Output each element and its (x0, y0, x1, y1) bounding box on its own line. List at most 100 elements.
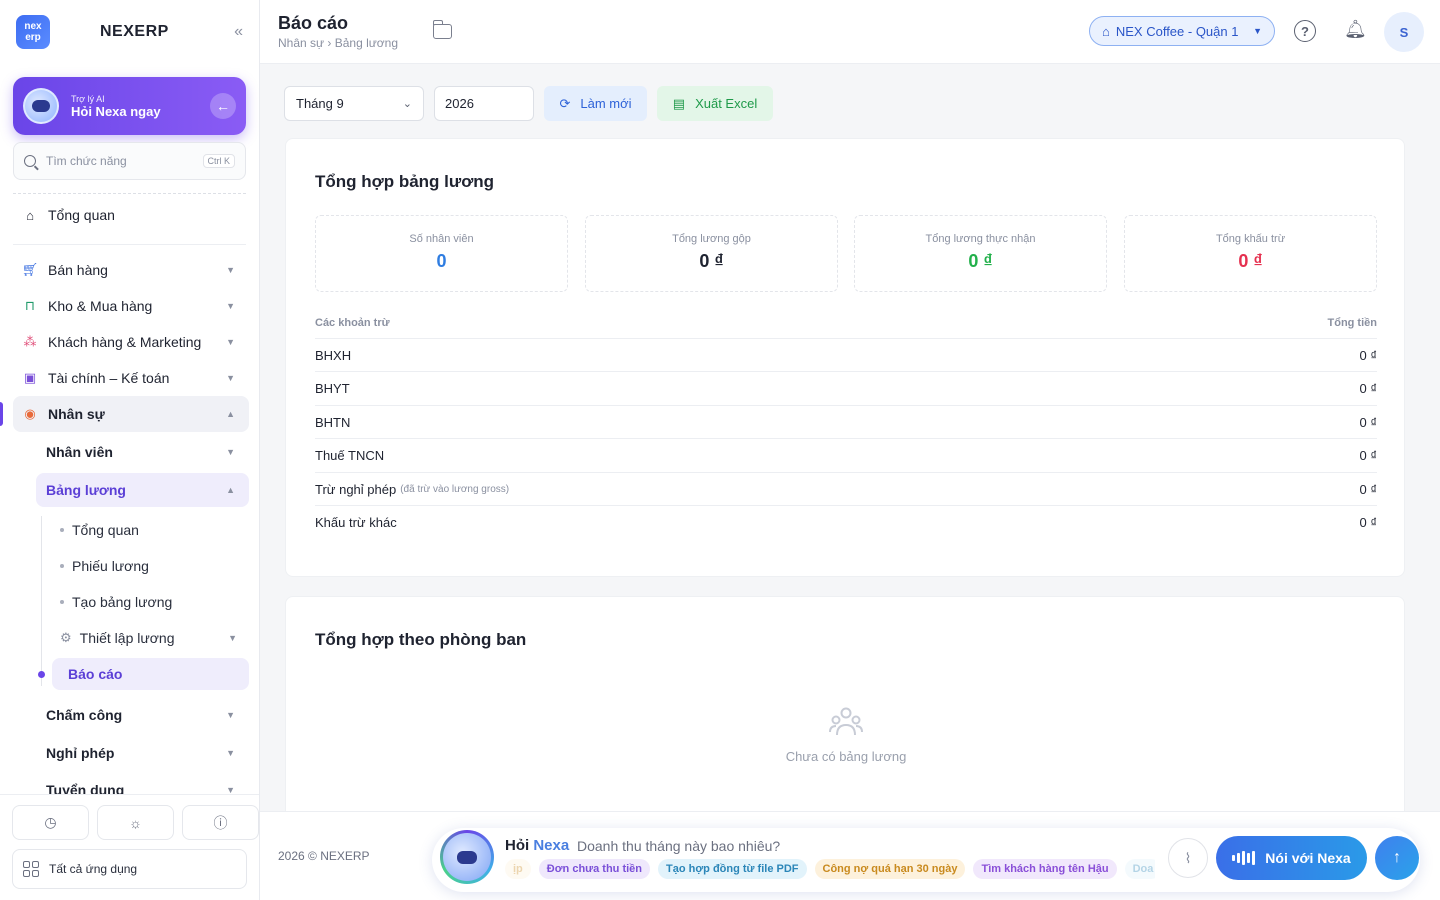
chevron-down-icon: ▼ (1253, 26, 1262, 36)
help-icon[interactable]: ? (1294, 20, 1316, 42)
users-group-icon (829, 707, 863, 736)
chat-title-nexa: Nexa (533, 837, 570, 854)
chevron-down-icon: ▼ (226, 337, 235, 347)
sidebar-item-hr[interactable]: ◉ Nhân sự ▲ (13, 396, 249, 432)
sidebar-item-payroll-settings[interactable]: ⚙ Thiết lập lương ▼ (52, 622, 249, 654)
sidebar-item-payroll-overview[interactable]: Tổng quan (52, 514, 249, 546)
suggestion-chip[interactable]: Đơn chưa thu tiền (538, 859, 651, 879)
suggestion-chip[interactable]: Tạo hợp đồng từ file PDF (658, 859, 807, 879)
stat-value: 0 ₫ (699, 251, 724, 271)
current-page-dot (38, 671, 45, 678)
breadcrumb[interactable]: Nhân sự › Bảng lương (278, 36, 398, 50)
row-name: Thuế TNCN (315, 448, 385, 463)
row-amount: 0 ₫ (1359, 448, 1377, 463)
voice-button[interactable]: Nói với Nexa (1216, 836, 1367, 880)
sidebar-item-label: Tổng quan (48, 207, 115, 223)
export-excel-button[interactable]: ▤ Xuất Excel (657, 86, 773, 121)
arrow-left-icon[interactable]: ← (210, 93, 236, 119)
all-apps-label: Tất cả ứng dụng (49, 862, 138, 876)
refresh-icon: ⟳ (559, 95, 571, 111)
search-icon (24, 155, 36, 167)
nexa-chat-bar: Hỏi Nexa Doanh thu tháng này bao nhiêu? … (432, 828, 1420, 892)
divider (13, 244, 246, 245)
avatar[interactable]: S (1384, 12, 1424, 52)
ai-card-subtitle: Trợ lý AI (71, 93, 105, 104)
sidebar-item-finance[interactable]: ▣ Tài chính – Kế toán ▼ (13, 360, 249, 396)
history-button[interactable]: ◷ (12, 805, 89, 840)
table-row: Thuế TNCN 0 ₫ (315, 438, 1377, 472)
bullet-icon (60, 564, 64, 568)
table-row: BHXH 0 ₫ (315, 338, 1377, 372)
sidebar-item-sales[interactable]: 🛒︎ Bán hàng ▼ (13, 252, 249, 288)
suggestion-chip[interactable]: Công nợ quá hạn 30 ngày (814, 859, 966, 879)
bag-icon: ⊓ (24, 298, 36, 313)
deductions-table-header: Các khoản trừ Tổng tiền (315, 317, 1377, 329)
refresh-button[interactable]: ⟳ Làm mới (544, 86, 647, 121)
active-indicator (0, 402, 3, 426)
attach-button[interactable]: ⌇ (1168, 838, 1208, 878)
sidebar-item-attendance[interactable]: Chấm công ▼ (36, 698, 249, 732)
sidebar-footer: ◷ ☼ ⓘ Tất cả ứng dụng (0, 794, 259, 900)
table-row: Khấu trừ khác 0 ₫ (315, 505, 1377, 539)
theme-button[interactable]: ☼ (97, 805, 174, 840)
sidebar: nex erp NEXERP « Trợ lý AI Hỏi Nexa ngay… (0, 0, 260, 900)
sidebar-item-label: Khách hàng & Marketing (48, 334, 202, 350)
paperclip-icon: ⌇ (1184, 849, 1192, 866)
empty-state-text: Chưa có bảng lương (785, 749, 907, 764)
user-icon: ◉ (24, 406, 36, 421)
table-row: BHYT 0 ₫ (315, 371, 1377, 405)
send-button[interactable]: ↑ (1375, 836, 1419, 880)
arrow-up-icon: ↑ (1393, 849, 1401, 866)
footer: 2026 © NEXERP Hỏi Nexa Doanh thu tháng n… (260, 811, 1440, 900)
collapse-sidebar-icon[interactable]: « (234, 23, 243, 41)
suggestion-chip[interactable]: Tìm khách hàng tên Hậu (973, 859, 1117, 879)
suggestion-chip[interactable]: ịp (505, 859, 531, 879)
year-input[interactable] (434, 86, 534, 121)
sidebar-item-label: Thiết lập lương (79, 630, 175, 646)
department-summary-card: Tổng hợp theo phòng ban Chưa có bảng lươ… (285, 596, 1405, 826)
chevron-down-icon: ▼ (226, 301, 235, 311)
month-value: Tháng 9 (296, 96, 344, 111)
department-title: Tổng hợp theo phòng ban (315, 630, 527, 649)
ai-card-title: Hỏi Nexa ngay (71, 103, 161, 119)
nexerp-logo[interactable]: nex erp (16, 15, 50, 49)
feature-search[interactable]: Tìm chức năng Ctrl K (13, 142, 246, 180)
folder-icon[interactable] (432, 20, 452, 39)
sidebar-item-reports[interactable]: Báo cáo (52, 658, 249, 690)
nexa-robot-icon[interactable] (440, 830, 494, 884)
row-amount: 0 ₫ (1359, 415, 1377, 430)
sidebar-item-overview[interactable]: ⌂ Tổng quan (13, 197, 249, 233)
chevron-down-icon: ▼ (226, 710, 235, 720)
sidebar-item-payroll[interactable]: Bảng lương ▲ (36, 473, 249, 507)
stat-value: 0 ₫ (968, 251, 993, 271)
alert-button[interactable]: ⓘ (182, 805, 259, 840)
suggestion-chip[interactable]: Doa (1124, 859, 1155, 879)
export-label: Xuất Excel (695, 96, 758, 111)
bell-icon[interactable]: 🔔︎ (1344, 19, 1367, 40)
sidebar-item-label: Nghỉ phép (46, 745, 115, 761)
month-select[interactable]: Tháng 9 ⌄ (284, 86, 424, 121)
row-amount: 0 ₫ (1359, 482, 1377, 497)
row-name: Trừ nghỉ phép (315, 482, 397, 497)
row-note: (đã trừ vào lương gross) (400, 484, 510, 495)
tree-line (41, 516, 42, 686)
sidebar-item-payslips[interactable]: Phiếu lương (52, 550, 249, 582)
row-amount: 0 ₫ (1359, 515, 1377, 530)
chat-prompt-input[interactable]: Doanh thu tháng này bao nhiêu? (577, 838, 780, 854)
nexa-robot-icon (23, 88, 59, 124)
row-name: BHYT (315, 381, 350, 396)
row-name: Khấu trừ khác (315, 515, 397, 530)
stat-label: Tổng khấu trừ (1215, 233, 1286, 245)
sidebar-item-inventory[interactable]: ⊓ Kho & Mua hàng ▼ (13, 288, 249, 324)
sidebar-item-employees[interactable]: Nhân viên ▼ (36, 435, 249, 469)
sidebar-item-customers[interactable]: ⁂ Khách hàng & Marketing ▼ (13, 324, 249, 360)
ai-assistant-card[interactable]: Trợ lý AI Hỏi Nexa ngay ← (13, 77, 246, 135)
sidebar-item-create-payroll[interactable]: Tạo bảng lương (52, 586, 249, 618)
sun-icon: ☼ (129, 814, 142, 831)
store-selector[interactable]: ⌂ NEX Coffee - Quận 1 ▼ (1089, 16, 1275, 46)
col-total: Tổng tiền (1327, 317, 1378, 329)
sidebar-item-leave[interactable]: Nghỉ phép ▼ (36, 736, 249, 770)
all-apps-button[interactable]: Tất cả ứng dụng (12, 849, 247, 889)
sidebar-item-label: Bán hàng (48, 262, 108, 278)
chevron-up-icon: ▲ (226, 485, 235, 495)
